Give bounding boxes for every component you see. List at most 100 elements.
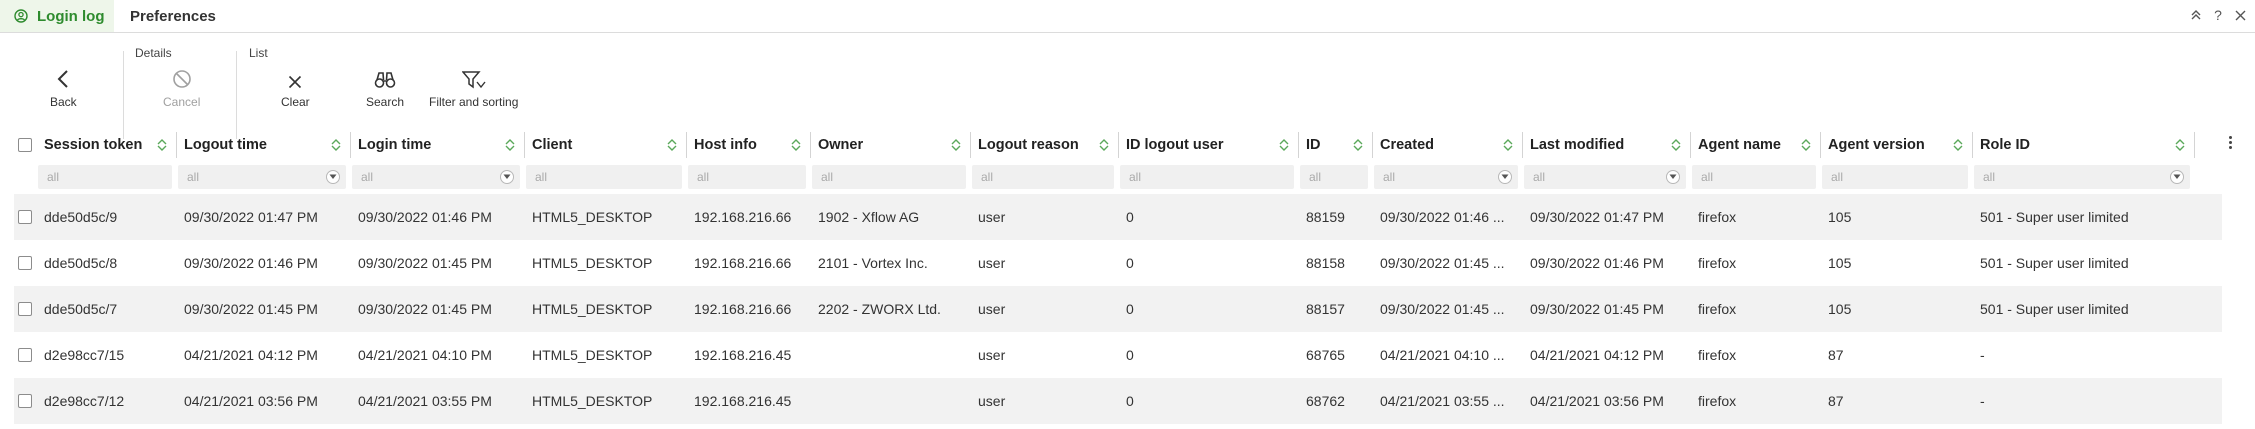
sort-icon[interactable]: [1952, 138, 1964, 152]
table-cell: 192.168.216.45: [694, 347, 792, 363]
column-filter-input[interactable]: all: [1692, 165, 1816, 189]
sort-icon[interactable]: [1352, 138, 1364, 152]
column-header[interactable]: Session token: [44, 127, 176, 163]
table-row[interactable]: d2e98cc7/12 04/21/2021 03:56 PM 04/21/2021…: [14, 378, 2222, 424]
cancel-button[interactable]: Cancel: [163, 67, 200, 109]
column-filter-input[interactable]: all: [1300, 165, 1368, 189]
table-row[interactable]: dde50d5c/7 09/30/2022 01:45 PM 09/30/2022 …: [14, 286, 2222, 332]
table-row[interactable]: dde50d5c/8 09/30/2022 01:46 PM 09/30/2022 …: [14, 240, 2222, 286]
row-checkbox[interactable]: [18, 394, 32, 408]
column-filter-input[interactable]: all: [1374, 165, 1518, 189]
column-filter-input[interactable]: all: [1120, 165, 1294, 189]
column-divider[interactable]: [970, 132, 971, 158]
help-icon[interactable]: ?: [2211, 7, 2225, 23]
column-header[interactable]: Host info: [694, 127, 810, 163]
sort-icon[interactable]: [2174, 138, 2186, 152]
column-divider[interactable]: [1118, 132, 1119, 158]
row-checkbox[interactable]: [18, 210, 32, 224]
row-checkbox[interactable]: [18, 302, 32, 316]
column-divider[interactable]: [1690, 132, 1691, 158]
column-header[interactable]: Agent name: [1698, 127, 1820, 163]
column-header-label: Host info: [694, 137, 757, 153]
dropdown-icon[interactable]: [1498, 170, 1512, 184]
table-cell: user: [978, 347, 1006, 363]
tab-label: Login log: [37, 7, 105, 25]
column-filter-input[interactable]: all: [178, 165, 346, 189]
column-filter-input[interactable]: all: [526, 165, 682, 189]
column-divider[interactable]: [524, 132, 525, 158]
table-row[interactable]: d2e98cc7/15 04/21/2021 04:12 PM 04/21/2021…: [14, 332, 2222, 378]
back-button[interactable]: Back: [50, 67, 77, 109]
sort-icon[interactable]: [1670, 138, 1682, 152]
search-button[interactable]: Search: [366, 67, 404, 109]
column-divider[interactable]: [1372, 132, 1373, 158]
column-filter-input[interactable]: all: [352, 165, 520, 189]
sort-icon[interactable]: [1502, 138, 1514, 152]
sort-icon[interactable]: [666, 138, 678, 152]
filter-placeholder: all: [697, 170, 710, 184]
column-header[interactable]: Logout reason: [978, 127, 1118, 163]
column-filter-input[interactable]: all: [1524, 165, 1686, 189]
column-header-label: Agent version: [1828, 137, 1925, 153]
binoculars-icon: [374, 72, 396, 88]
column-header[interactable]: Client: [532, 127, 686, 163]
table-row[interactable]: dde50d5c/9 09/30/2022 01:47 PM 09/30/2022 …: [14, 194, 2222, 240]
sort-icon[interactable]: [504, 138, 516, 152]
tab-preferences[interactable]: Preferences: [130, 0, 216, 32]
sort-icon[interactable]: [1098, 138, 1110, 152]
column-header[interactable]: ID logout user: [1126, 127, 1298, 163]
sort-icon[interactable]: [330, 138, 342, 152]
column-filter-input[interactable]: all: [1822, 165, 1968, 189]
table-cell: 192.168.216.66: [694, 301, 792, 317]
column-filter-input[interactable]: all: [972, 165, 1114, 189]
column-header[interactable]: Last modified: [1530, 127, 1690, 163]
column-filter-input[interactable]: all: [688, 165, 806, 189]
column-divider[interactable]: [1820, 132, 1821, 158]
column-filter-input[interactable]: all: [1974, 165, 2190, 189]
column-divider[interactable]: [810, 132, 811, 158]
column-header[interactable]: Logout time: [184, 127, 350, 163]
column-divider[interactable]: [350, 132, 351, 158]
column-divider[interactable]: [1522, 132, 1523, 158]
column-header[interactable]: Login time: [358, 127, 524, 163]
tab-login-log[interactable]: Login log: [0, 0, 114, 32]
column-divider[interactable]: [1298, 132, 1299, 158]
sort-icon[interactable]: [790, 138, 802, 152]
table-cell: dde50d5c/8: [44, 255, 118, 271]
column-filter-input[interactable]: all: [38, 165, 172, 189]
dropdown-icon[interactable]: [500, 170, 514, 184]
column-header[interactable]: Created: [1380, 127, 1522, 163]
table-cell: HTML5_DESKTOP: [532, 393, 653, 409]
table-cell: dde50d5c/7: [44, 301, 118, 317]
sort-icon[interactable]: [156, 138, 168, 152]
column-header[interactable]: Role ID: [1980, 127, 2194, 163]
column-header[interactable]: Agent version: [1828, 127, 1972, 163]
sort-icon[interactable]: [1278, 138, 1290, 152]
column-divider[interactable]: [1972, 132, 1973, 158]
column-divider[interactable]: [176, 132, 177, 158]
select-all-checkbox[interactable]: [18, 138, 32, 152]
table-cell: firefox: [1698, 347, 1737, 363]
clear-button[interactable]: Clear: [281, 67, 310, 109]
row-checkbox[interactable]: [18, 256, 32, 270]
dropdown-icon[interactable]: [326, 170, 340, 184]
table-cell: d2e98cc7/12: [44, 393, 125, 409]
row-checkbox[interactable]: [18, 348, 32, 362]
collapse-icon[interactable]: [2189, 7, 2203, 23]
sort-icon[interactable]: [950, 138, 962, 152]
column-divider[interactable]: [2194, 132, 2195, 158]
column-filter-input[interactable]: all: [812, 165, 966, 189]
table-cell: 09/30/2022 01:46 PM: [358, 209, 492, 225]
table-cell: 0: [1126, 347, 1134, 363]
table-cell: 192.168.216.66: [694, 209, 792, 225]
column-header[interactable]: Owner: [818, 127, 970, 163]
close-icon[interactable]: [2233, 7, 2247, 23]
dropdown-icon[interactable]: [2170, 170, 2184, 184]
more-options-icon[interactable]: [2229, 136, 2232, 149]
column-divider[interactable]: [686, 132, 687, 158]
filter-sorting-button[interactable]: Filter and sorting: [429, 67, 518, 109]
column-header[interactable]: ID: [1306, 127, 1372, 163]
sort-icon[interactable]: [1800, 138, 1812, 152]
table-cell: 192.168.216.45: [694, 393, 792, 409]
dropdown-icon[interactable]: [1666, 170, 1680, 184]
